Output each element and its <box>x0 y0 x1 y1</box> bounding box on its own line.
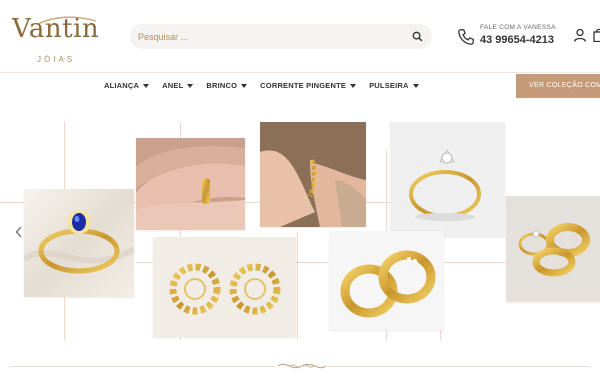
contact-label: FALE COM A VANESSA <box>480 24 556 31</box>
product-photo-solitaire-ring[interactable] <box>390 122 505 237</box>
brand-logo[interactable]: Vantin JÓIAS <box>12 10 99 64</box>
product-photo-sapphire-ring[interactable] <box>24 189 134 297</box>
nav-label: PULSEIRA <box>369 81 409 90</box>
contact-number[interactable]: 43 99654-4213 <box>480 34 554 46</box>
chevron-down-icon <box>241 83 248 88</box>
search-bar <box>130 24 432 49</box>
product-photo-wedding-bands[interactable] <box>329 231 444 330</box>
bag-icon[interactable] <box>593 28 600 42</box>
nav-item-pulseira[interactable]: PULSEIRA <box>369 81 419 90</box>
nav-item-alianca[interactable]: ALIANÇA <box>104 81 150 90</box>
search-icon[interactable] <box>412 31 423 42</box>
user-icon[interactable] <box>573 28 587 42</box>
nav-item-anel[interactable]: ANEL <box>162 81 194 90</box>
header-divider <box>0 72 600 73</box>
chevron-down-icon <box>143 83 150 88</box>
phone-icon[interactable] <box>457 28 475 46</box>
ornament-icon <box>276 358 328 374</box>
view-collection-button[interactable]: VER COLEÇÃO COM <box>516 74 600 98</box>
brand-name: Vantin <box>12 14 100 44</box>
nav-label: CORRENTE PINGENTE <box>260 81 347 90</box>
chevron-down-icon <box>187 83 194 88</box>
product-photo-ring-set[interactable] <box>506 196 600 302</box>
nav-item-brinco[interactable]: BRINCO <box>206 81 248 90</box>
product-photo-hand-ring[interactable] <box>136 138 245 230</box>
product-photo-earrings[interactable] <box>153 237 296 337</box>
product-photo-bracelet[interactable] <box>260 122 366 227</box>
guide-line <box>297 232 298 340</box>
main-nav: ALIANÇA ANEL BRINCO CORRENTE PINGENTE PU… <box>104 81 432 90</box>
nav-label: ALIANÇA <box>104 81 140 90</box>
nav-label: BRINCO <box>206 81 238 90</box>
nav-label: ANEL <box>162 81 184 90</box>
nav-item-corrente-pingente[interactable]: CORRENTE PINGENTE <box>260 81 357 90</box>
chevron-left-icon[interactable] <box>15 226 23 238</box>
brand-subtitle: JÓIAS <box>37 55 76 64</box>
search-input[interactable] <box>138 29 398 44</box>
chevron-down-icon <box>412 83 419 88</box>
chevron-down-icon <box>350 83 357 88</box>
